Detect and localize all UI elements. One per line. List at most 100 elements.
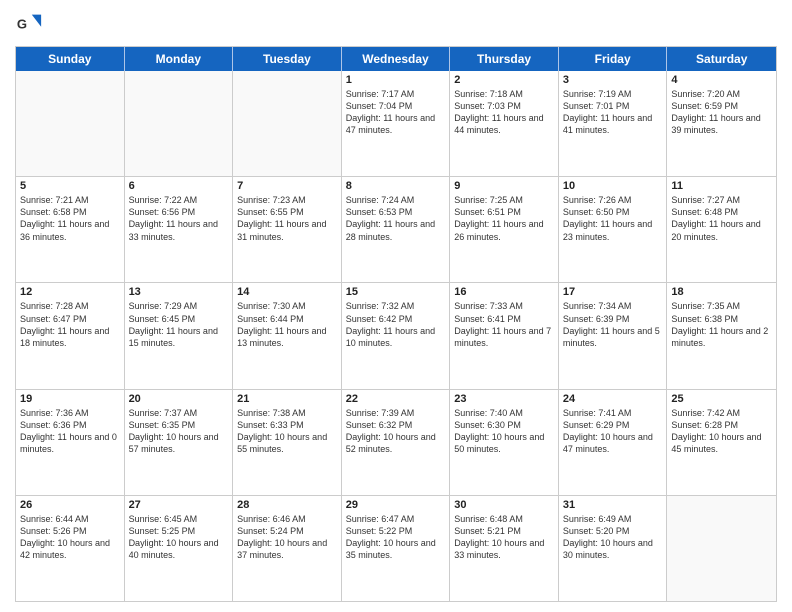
calendar-cell-31: 31 Sunrise: 6:49 AM Sunset: 5:20 PM Dayli… <box>559 496 668 601</box>
calendar-cell-empty-0-0 <box>16 71 125 176</box>
header-day-thursday: Thursday <box>450 47 559 71</box>
header: G <box>15 10 777 38</box>
day-number: 13 <box>129 286 229 298</box>
day-number: 28 <box>237 499 337 511</box>
day-number: 5 <box>20 180 120 192</box>
calendar-row-3: 19 Sunrise: 7:36 AM Sunset: 6:36 PM Dayli… <box>16 390 776 496</box>
calendar-cell-27: 27 Sunrise: 6:45 AM Sunset: 5:25 PM Dayli… <box>125 496 234 601</box>
day-number: 29 <box>346 499 446 511</box>
day-number: 20 <box>129 393 229 405</box>
day-number: 4 <box>671 74 772 86</box>
day-number: 9 <box>454 180 554 192</box>
day-number: 16 <box>454 286 554 298</box>
cell-info: Sunrise: 7:23 AM Sunset: 6:55 PM Dayligh… <box>237 194 337 243</box>
header-day-sunday: Sunday <box>16 47 125 71</box>
day-number: 6 <box>129 180 229 192</box>
cell-info: Sunrise: 6:49 AM Sunset: 5:20 PM Dayligh… <box>563 513 663 562</box>
calendar-cell-22: 22Sunrise: 7:39 AM Sunset: 6:32 PM Dayli… <box>342 390 451 495</box>
calendar-cell-1: 1 Sunrise: 7:17 AM Sunset: 7:04 PM Daylig… <box>342 71 451 176</box>
cell-info: Sunrise: 7:19 AM Sunset: 7:01 PM Dayligh… <box>563 88 663 137</box>
cell-info: Sunrise: 7:22 AM Sunset: 6:56 PM Dayligh… <box>129 194 229 243</box>
header-day-wednesday: Wednesday <box>342 47 451 71</box>
calendar-cell-16: 16 Sunrise: 7:33 AM Sunset: 6:41 PM Dayli… <box>450 283 559 388</box>
cell-info: Sunrise: 7:42 AM Sunset: 6:28 PM Dayligh… <box>671 407 772 456</box>
calendar-cell-13: 13 Sunrise: 7:29 AM Sunset: 6:45 PM Dayli… <box>125 283 234 388</box>
calendar-cell-12: 12 Sunrise: 7:28 AM Sunset: 6:47 PM Dayli… <box>16 283 125 388</box>
header-day-tuesday: Tuesday <box>233 47 342 71</box>
cell-info: Sunrise: 7:36 AM Sunset: 6:36 PM Dayligh… <box>20 407 120 456</box>
cell-info: Sunrise: 7:27 AM Sunset: 6:48 PM Dayligh… <box>671 194 772 243</box>
calendar-cell-empty-0-1 <box>125 71 234 176</box>
day-number: 19 <box>20 393 120 405</box>
calendar-cell-11: 11 Sunrise: 7:27 AM Sunset: 6:48 PM Dayli… <box>667 177 776 282</box>
logo: G <box>15 10 47 38</box>
calendar-cell-20: 20Sunrise: 7:37 AM Sunset: 6:35 PM Dayli… <box>125 390 234 495</box>
calendar-cell-30: 30Sunrise: 6:48 AM Sunset: 5:21 PM Dayli… <box>450 496 559 601</box>
calendar-cell-28: 28 Sunrise: 6:46 AM Sunset: 5:24 PM Dayli… <box>233 496 342 601</box>
day-number: 27 <box>129 499 229 511</box>
calendar-cell-25: 25 Sunrise: 7:42 AM Sunset: 6:28 PM Dayli… <box>667 390 776 495</box>
cell-info: Sunrise: 7:28 AM Sunset: 6:47 PM Dayligh… <box>20 300 120 349</box>
calendar-cell-14: 14 Sunrise: 7:30 AM Sunset: 6:44 PM Dayli… <box>233 283 342 388</box>
day-number: 31 <box>563 499 663 511</box>
cell-info: Sunrise: 7:41 AM Sunset: 6:29 PM Dayligh… <box>563 407 663 456</box>
cell-info: Sunrise: 6:46 AM Sunset: 5:24 PM Dayligh… <box>237 513 337 562</box>
header-day-saturday: Saturday <box>667 47 776 71</box>
calendar-cell-26: 26 Sunrise: 6:44 AM Sunset: 5:26 PM Dayli… <box>16 496 125 601</box>
day-number: 21 <box>237 393 337 405</box>
day-number: 23 <box>454 393 554 405</box>
cell-info: Sunrise: 7:30 AM Sunset: 6:44 PM Dayligh… <box>237 300 337 349</box>
calendar-row-1: 5 Sunrise: 7:21 AM Sunset: 6:58 PM Daylig… <box>16 177 776 283</box>
cell-info: Sunrise: 6:45 AM Sunset: 5:25 PM Dayligh… <box>129 513 229 562</box>
calendar-cell-4: 4 Sunrise: 7:20 AM Sunset: 6:59 PM Daylig… <box>667 71 776 176</box>
cell-info: Sunrise: 7:18 AM Sunset: 7:03 PM Dayligh… <box>454 88 554 137</box>
day-number: 14 <box>237 286 337 298</box>
header-day-friday: Friday <box>559 47 668 71</box>
calendar-cell-15: 15Sunrise: 7:32 AM Sunset: 6:42 PM Dayli… <box>342 283 451 388</box>
cell-info: Sunrise: 7:29 AM Sunset: 6:45 PM Dayligh… <box>129 300 229 349</box>
cell-info: Sunrise: 7:21 AM Sunset: 6:58 PM Dayligh… <box>20 194 120 243</box>
day-number: 26 <box>20 499 120 511</box>
cell-info: Sunrise: 7:34 AM Sunset: 6:39 PM Dayligh… <box>563 300 663 349</box>
cell-info: Sunrise: 7:35 AM Sunset: 6:38 PM Dayligh… <box>671 300 772 349</box>
day-number: 18 <box>671 286 772 298</box>
cell-info: Sunrise: 6:44 AM Sunset: 5:26 PM Dayligh… <box>20 513 120 562</box>
calendar-cell-empty-4-6 <box>667 496 776 601</box>
calendar-cell-6: 6 Sunrise: 7:22 AM Sunset: 6:56 PM Daylig… <box>125 177 234 282</box>
cell-info: Sunrise: 7:25 AM Sunset: 6:51 PM Dayligh… <box>454 194 554 243</box>
calendar-row-4: 26 Sunrise: 6:44 AM Sunset: 5:26 PM Dayli… <box>16 496 776 601</box>
svg-text:G: G <box>17 17 27 32</box>
calendar-header: SundayMondayTuesdayWednesdayThursdayFrid… <box>16 47 776 71</box>
calendar-row-0: 1 Sunrise: 7:17 AM Sunset: 7:04 PM Daylig… <box>16 71 776 177</box>
cell-info: Sunrise: 7:26 AM Sunset: 6:50 PM Dayligh… <box>563 194 663 243</box>
cell-info: Sunrise: 7:40 AM Sunset: 6:30 PM Dayligh… <box>454 407 554 456</box>
calendar-cell-5: 5 Sunrise: 7:21 AM Sunset: 6:58 PM Daylig… <box>16 177 125 282</box>
cell-info: Sunrise: 7:32 AM Sunset: 6:42 PM Dayligh… <box>346 300 446 349</box>
calendar-cell-7: 7Sunrise: 7:23 AM Sunset: 6:55 PM Daylig… <box>233 177 342 282</box>
cell-info: Sunrise: 7:17 AM Sunset: 7:04 PM Dayligh… <box>346 88 446 137</box>
calendar-cell-9: 9 Sunrise: 7:25 AM Sunset: 6:51 PM Daylig… <box>450 177 559 282</box>
cell-info: Sunrise: 7:39 AM Sunset: 6:32 PM Dayligh… <box>346 407 446 456</box>
cell-info: Sunrise: 7:20 AM Sunset: 6:59 PM Dayligh… <box>671 88 772 137</box>
day-number: 17 <box>563 286 663 298</box>
calendar-cell-24: 24Sunrise: 7:41 AM Sunset: 6:29 PM Dayli… <box>559 390 668 495</box>
logo-icon: G <box>15 10 43 38</box>
calendar-cell-10: 10 Sunrise: 7:26 AM Sunset: 6:50 PM Dayli… <box>559 177 668 282</box>
calendar-cell-19: 19 Sunrise: 7:36 AM Sunset: 6:36 PM Dayli… <box>16 390 125 495</box>
header-day-monday: Monday <box>125 47 234 71</box>
day-number: 12 <box>20 286 120 298</box>
calendar-cell-2: 2Sunrise: 7:18 AM Sunset: 7:03 PM Daylig… <box>450 71 559 176</box>
day-number: 3 <box>563 74 663 86</box>
day-number: 11 <box>671 180 772 192</box>
day-number: 10 <box>563 180 663 192</box>
calendar-cell-23: 23 Sunrise: 7:40 AM Sunset: 6:30 PM Dayli… <box>450 390 559 495</box>
cell-info: Sunrise: 7:24 AM Sunset: 6:53 PM Dayligh… <box>346 194 446 243</box>
calendar-cell-17: 17 Sunrise: 7:34 AM Sunset: 6:39 PM Dayli… <box>559 283 668 388</box>
calendar-cell-3: 3 Sunrise: 7:19 AM Sunset: 7:01 PM Daylig… <box>559 71 668 176</box>
cell-info: Sunrise: 6:48 AM Sunset: 5:21 PM Dayligh… <box>454 513 554 562</box>
cell-info: Sunrise: 6:47 AM Sunset: 5:22 PM Dayligh… <box>346 513 446 562</box>
day-number: 1 <box>346 74 446 86</box>
calendar-row-2: 12 Sunrise: 7:28 AM Sunset: 6:47 PM Dayli… <box>16 283 776 389</box>
cell-info: Sunrise: 7:33 AM Sunset: 6:41 PM Dayligh… <box>454 300 554 349</box>
day-number: 25 <box>671 393 772 405</box>
